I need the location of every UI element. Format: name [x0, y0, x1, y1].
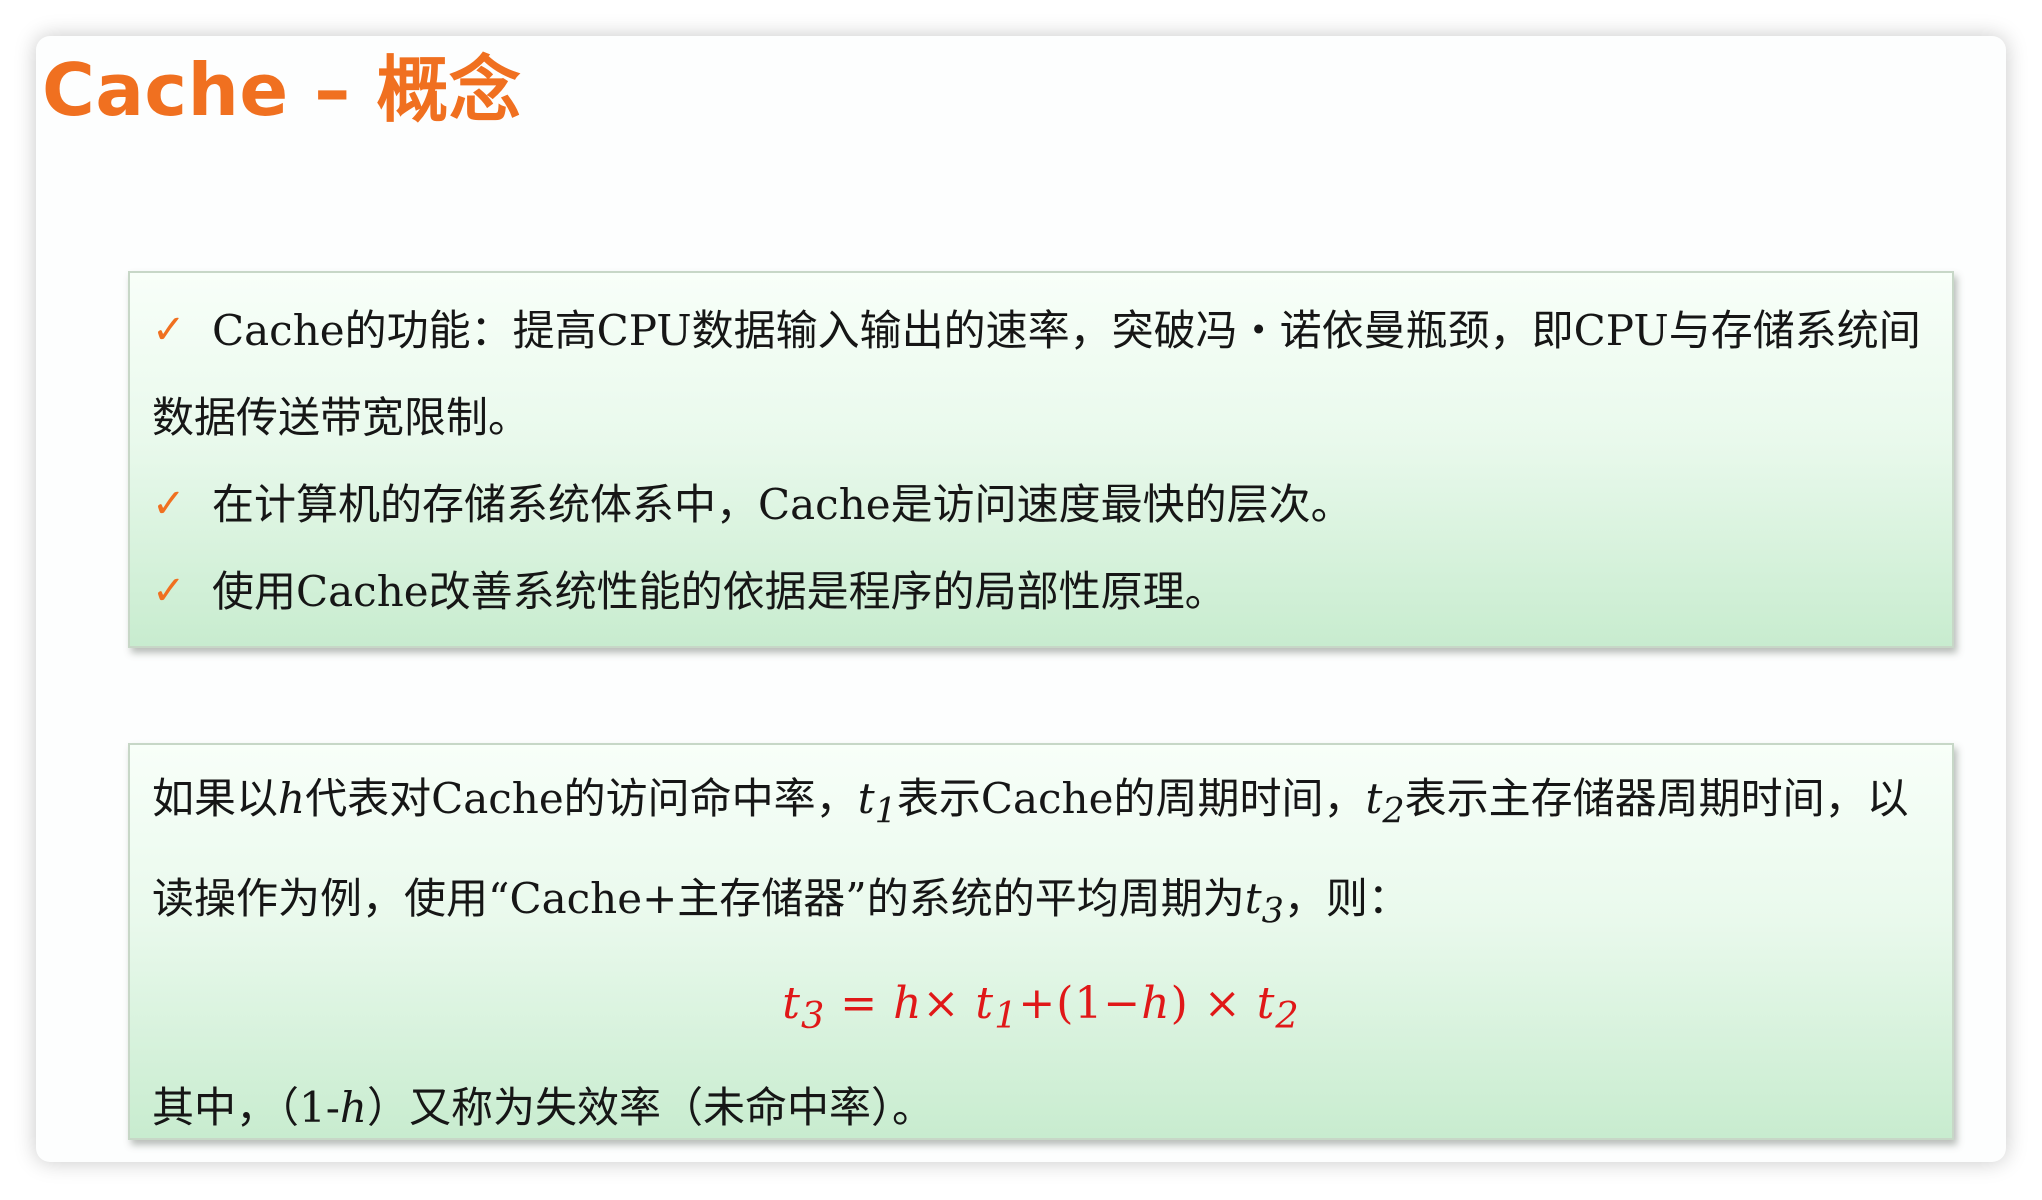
miss-rate-note: 其中，（1-h）又称为失效率（未命中率）。 — [152, 1082, 934, 1132]
bullet-locality: ✓ 使用Cache改善系统性能的依据是程序的局部性原理。 — [152, 548, 1928, 635]
bullet-hierarchy: ✓ 在计算机的存储系统体系中，Cache是访问速度最快的层次。 — [152, 461, 1928, 548]
feature-panel: ✓ Cache的功能：提高CPU数据输入输出的速率，突破冯・诺依曼瓶颈，即CPU… — [128, 271, 1954, 648]
definition-paragraph: 如果以h代表对Cache的访问命中率，t1表示Cache的周期时间，t2表示主存… — [152, 774, 1909, 932]
bullet-text: Cache的功能：提高CPU数据输入输出的速率，突破冯・诺依曼瓶颈，即CPU与存… — [152, 306, 1921, 442]
check-icon: ✓ — [152, 568, 186, 614]
var-t3: t3 — [1244, 874, 1284, 932]
slide: Cache – 概念 ✓ Cache的功能：提高CPU数据输入输出的速率，突破冯… — [36, 36, 2006, 1162]
check-icon: ✓ — [152, 307, 186, 353]
var-t1: t1 — [857, 774, 897, 832]
page-title: Cache – 概念 — [42, 48, 522, 132]
bullet-text: 在计算机的存储系统体系中，Cache是访问速度最快的层次。 — [212, 480, 1353, 529]
bullet-text: 使用Cache改善系统性能的依据是程序的局部性原理。 — [212, 567, 1227, 616]
formula-panel: 如果以h代表对Cache的访问命中率，t1表示Cache的周期时间，t2表示主存… — [128, 743, 1954, 1140]
var-t2: t2 — [1365, 774, 1405, 832]
bullet-list: ✓ Cache的功能：提高CPU数据输入输出的速率，突破冯・诺依曼瓶颈，即CPU… — [130, 273, 1952, 635]
bullet-function: ✓ Cache的功能：提高CPU数据输入输出的速率，突破冯・诺依曼瓶颈，即CPU… — [152, 287, 1928, 461]
average-cycle-formula: t3 = h× t1+(1−h) × t2 — [782, 977, 1300, 1037]
var-h: h — [278, 774, 306, 823]
check-icon: ✓ — [152, 481, 186, 527]
